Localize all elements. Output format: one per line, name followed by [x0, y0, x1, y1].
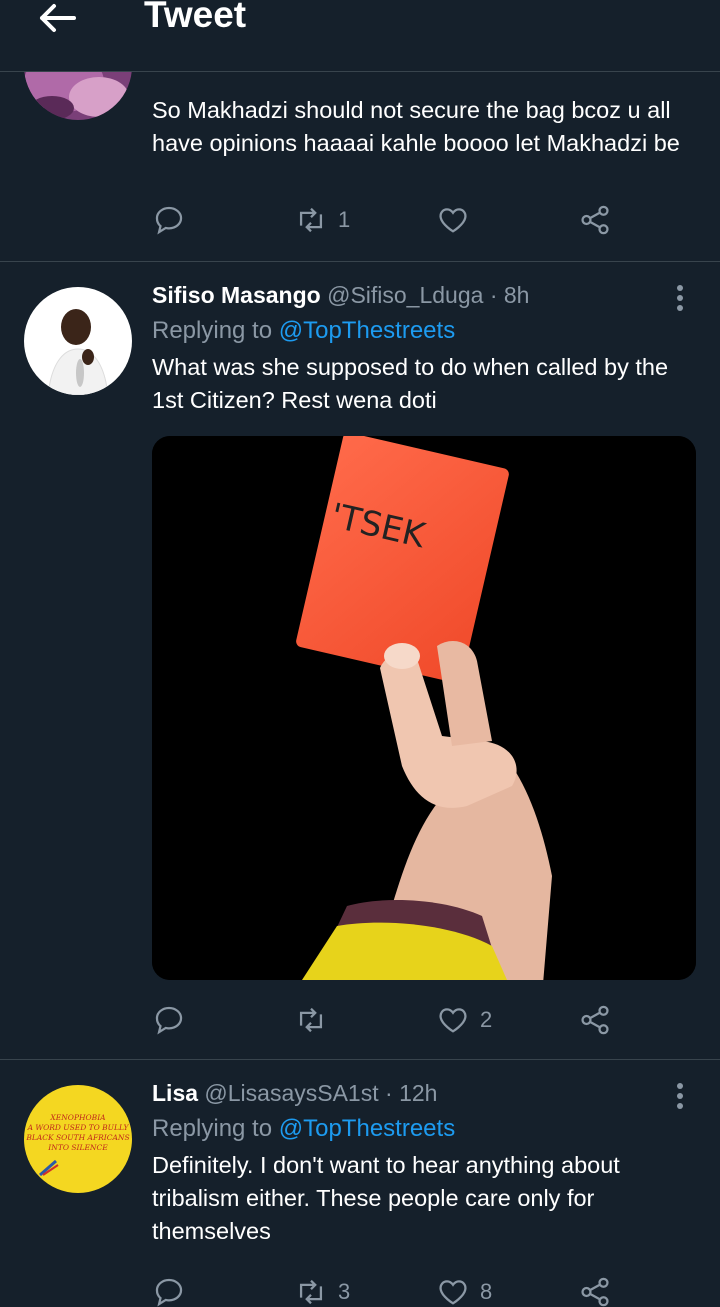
share-icon [581, 205, 609, 235]
retweet-button[interactable] [294, 1000, 338, 1040]
retweet-count: 1 [338, 207, 351, 232]
heart-icon [439, 208, 467, 233]
user-handle[interactable]: @Sifiso_Lduga [327, 282, 483, 308]
avatar-text-line: XENOPHOBIA [50, 1113, 106, 1122]
share-icon [581, 1277, 609, 1307]
heart-icon [439, 1008, 467, 1033]
back-button[interactable] [36, 0, 80, 36]
tweet-meta: Sifiso Masango @Sifiso_Lduga · 8h [152, 282, 694, 309]
tweet-meta: Lisa @LisasaysSA1st · 12h [152, 1080, 694, 1107]
like-count: 2 [480, 1007, 493, 1032]
heart-icon [439, 1280, 467, 1305]
share-button[interactable] [578, 200, 612, 240]
replying-to: Replying to @TopThestreets [152, 317, 694, 345]
reply-icon [155, 206, 183, 235]
replying-to-mention[interactable]: @TopThestreets [279, 1115, 455, 1142]
avatar-text-line: A WORD USED TO BULLY [27, 1123, 129, 1132]
tweet-2[interactable]: Sifiso Masango @Sifiso_Lduga · 8h Replyi… [0, 262, 720, 1060]
display-name[interactable]: Lisa [152, 1080, 198, 1106]
tweet-time: · 12h [385, 1080, 438, 1106]
tweet-text: So Makhadzi should not secure the bag bc… [152, 97, 680, 156]
tweet-time: · 8h [489, 282, 530, 308]
like-button[interactable]: 8 [436, 1272, 492, 1307]
share-icon [581, 1005, 609, 1035]
replying-label: Replying to [152, 1115, 273, 1142]
top-bar: Tweet [0, 0, 720, 72]
retweet-button[interactable]: 3 [294, 1272, 350, 1307]
avatar[interactable] [24, 287, 132, 395]
avatar[interactable]: XENOPHOBIA A WORD USED TO BULLY BLACK SO… [24, 1085, 132, 1193]
reply-button[interactable] [152, 1000, 196, 1040]
reply-button[interactable] [152, 200, 196, 240]
share-button[interactable] [578, 1000, 612, 1040]
avatar-text-line: BLACK SOUTH AFRICANS [26, 1133, 130, 1142]
like-count: 8 [480, 1279, 493, 1304]
tweet-1[interactable]: So Makhadzi should not secure the bag bc… [0, 12, 720, 262]
replying-label: Replying to [152, 317, 273, 344]
retweet-icon [299, 1007, 323, 1033]
retweet-count: 3 [338, 1279, 351, 1304]
reply-icon [155, 1006, 183, 1035]
tweet-text: Definitely. I don't want to hear anythin… [152, 1152, 620, 1244]
back-arrow-icon [40, 4, 76, 32]
replying-to: Replying to @TopThestreets [152, 1115, 694, 1143]
page-title: Tweet [144, 0, 247, 35]
tweet-text: What was she supposed to do when called … [152, 354, 669, 413]
retweet-button[interactable]: 1 [294, 200, 350, 240]
retweet-icon [299, 1279, 323, 1305]
avatar-text-line: INTO SILENCE [48, 1143, 108, 1152]
user-handle[interactable]: @LisasaysSA1st [204, 1080, 378, 1106]
like-button[interactable] [436, 200, 480, 240]
display-name[interactable]: Sifiso Masango [152, 282, 321, 308]
reply-button[interactable] [152, 1272, 196, 1307]
reply-icon [155, 1278, 183, 1307]
replying-to-mention[interactable]: @TopThestreets [279, 317, 455, 344]
like-button[interactable]: 2 [436, 1000, 492, 1040]
tweet-image[interactable]: 'TSEK [152, 436, 696, 980]
retweet-icon [299, 207, 323, 233]
tweet-3[interactable]: XENOPHOBIA A WORD USED TO BULLY BLACK SO… [0, 1060, 720, 1307]
share-button[interactable] [578, 1272, 612, 1307]
